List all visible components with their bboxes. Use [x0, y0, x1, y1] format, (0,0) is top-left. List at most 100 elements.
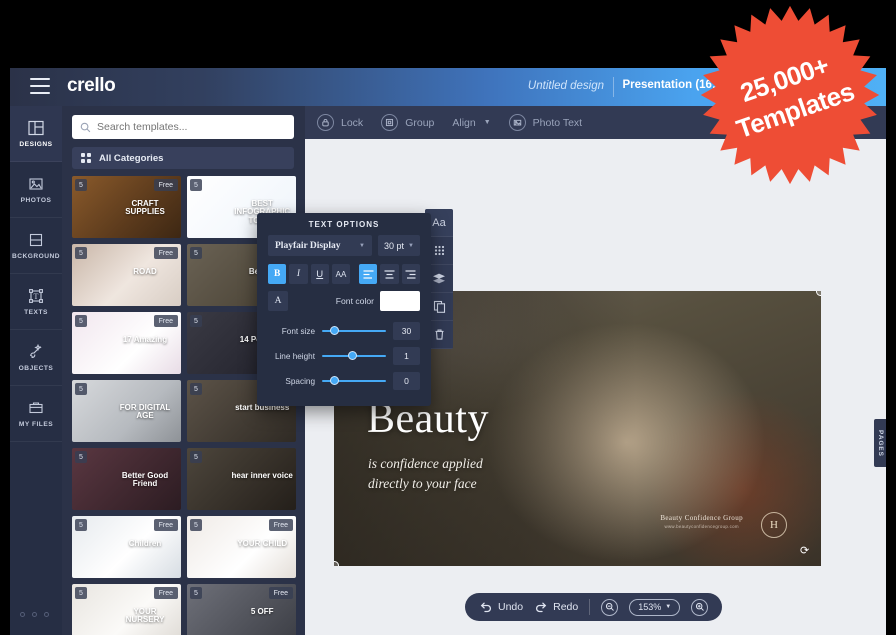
toolbar-button-label: Align: [452, 116, 476, 129]
uppercase-glyph: AA: [335, 269, 347, 279]
template-thumbnail[interactable]: 5 Free 17 Amazing: [72, 312, 181, 374]
watermark-subtitle: www.beautyconfidencegroup.com: [664, 524, 739, 529]
crello-logo[interactable]: crello: [67, 75, 116, 97]
sidebar-item-texts[interactable]: T TEXTS: [10, 274, 62, 330]
rail-more-dots[interactable]: [20, 612, 49, 617]
chevron-down-icon: ▼: [359, 242, 365, 249]
background-icon: [27, 231, 45, 249]
design-subtitle[interactable]: is confidence applied directly to your f…: [368, 454, 483, 493]
template-free-badge: Free: [153, 519, 178, 531]
template-page-count-badge: 5: [190, 383, 202, 395]
font-size-slider[interactable]: [322, 326, 386, 335]
template-label: Better Good Friend: [121, 470, 169, 489]
sidebar-item-designs[interactable]: DESIGNS: [10, 106, 62, 162]
font-family-value: Playfair Display: [275, 240, 341, 251]
search-templates-box[interactable]: [72, 115, 294, 139]
template-label: hear inner voice: [231, 470, 293, 480]
uppercase-button[interactable]: AA: [331, 264, 351, 284]
sidebar-item-my-files[interactable]: MY FILES: [10, 386, 62, 442]
spacing-slider-value: 0: [393, 372, 420, 390]
font-size-dropdown[interactable]: 30 pt ▼: [378, 235, 420, 256]
template-free-badge: Free: [268, 519, 293, 531]
spacing-slider-row: Spacing 0: [257, 372, 431, 390]
template-page-count-badge: 5: [75, 179, 87, 191]
document-title[interactable]: Untitled design: [528, 80, 604, 92]
font-size-value: 30 pt: [384, 240, 405, 251]
dot-2: [32, 612, 37, 617]
template-label: Children: [128, 538, 162, 548]
font-color-swatch[interactable]: [380, 291, 420, 311]
design-subtitle-line2: directly to your face: [368, 475, 477, 491]
dot-1: [20, 612, 25, 617]
align-center-button[interactable]: [380, 264, 399, 284]
template-thumbnail[interactable]: 5 Better Good Friend: [72, 448, 181, 510]
left-nav-rail: DESIGNS PHOTOS BCKGROUND T TEXTS OBJECTS…: [10, 106, 62, 635]
undo-label: Undo: [498, 601, 524, 613]
text-box-icon: T: [27, 287, 45, 305]
template-label: 5 OFF: [250, 606, 274, 616]
promo-starburst-badge: 25,000+ Templates: [692, 4, 888, 186]
toolbar-group-button[interactable]: Group: [377, 114, 438, 131]
redo-button[interactable]: Redo: [534, 600, 578, 614]
toolbar-align-button[interactable]: Align ▼: [448, 117, 494, 129]
sidebar-item-photos[interactable]: PHOTOS: [10, 162, 62, 218]
italic-button[interactable]: I: [289, 264, 308, 284]
align-left-button[interactable]: [359, 264, 378, 284]
template-free-badge: Free: [268, 587, 293, 599]
font-color-label: Font color: [335, 296, 374, 306]
underline-button[interactable]: U: [310, 264, 329, 284]
resize-handle-icon[interactable]: ⟳: [800, 545, 813, 558]
undo-button[interactable]: Undo: [479, 600, 523, 614]
template-page-count-badge: 5: [75, 247, 87, 259]
template-label: YOUR NURSERY: [125, 606, 165, 625]
search-input[interactable]: [97, 121, 282, 133]
toolbar-button-label: Photo Text: [532, 116, 583, 129]
underline-glyph: U: [316, 268, 324, 280]
toolbar-button-label: Lock: [341, 116, 364, 129]
template-thumbnail[interactable]: 5 FOR DIGITAL AGE: [72, 380, 181, 442]
font-row: Playfair Display ▼ 30 pt ▼: [257, 235, 431, 256]
bottom-toolbar: Undo Redo 153% ▼: [465, 593, 723, 621]
pages-tab[interactable]: PAGES: [874, 419, 886, 467]
text-outline-button[interactable]: A: [268, 291, 288, 311]
template-page-count-badge: 5: [75, 383, 87, 395]
template-free-badge: Free: [153, 315, 178, 327]
toolbar-lock-button[interactable]: Lock: [313, 114, 367, 131]
spacing-slider[interactable]: [322, 376, 386, 385]
photo-text-icon: [508, 114, 526, 131]
sidebar-label-objects: OBJECTS: [18, 365, 54, 372]
text-options-popover: TEXT OPTIONS Playfair Display ▼ 30 pt ▼ …: [257, 213, 431, 406]
bold-button[interactable]: B: [268, 264, 287, 284]
sidebar-item-objects[interactable]: OBJECTS: [10, 330, 62, 386]
template-page-count-badge: 5: [190, 451, 202, 463]
template-thumbnail[interactable]: 5 Free CRAFT SUPPLIES: [72, 176, 181, 238]
template-free-badge: Free: [153, 247, 178, 259]
line-height-slider-row: Line height 1: [257, 347, 431, 365]
zoom-in-icon[interactable]: [691, 598, 709, 616]
template-page-count-badge: 5: [75, 451, 87, 463]
template-page-count-badge: 5: [75, 587, 87, 599]
align-right-button[interactable]: [401, 264, 420, 284]
toolbar-photo-text-button[interactable]: Photo Text: [505, 114, 586, 131]
template-thumbnail[interactable]: 5 Free 5 OFF: [187, 584, 296, 635]
line-height-slider[interactable]: [322, 351, 386, 360]
font-size-slider-knob[interactable]: [329, 326, 339, 335]
hamburger-icon[interactable]: [30, 78, 50, 94]
template-free-badge: Free: [153, 179, 178, 191]
line-height-slider-knob[interactable]: [347, 351, 357, 360]
sidebar-item-background[interactable]: BCKGROUND: [10, 218, 62, 274]
sidebar-label-texts: TEXTS: [24, 309, 48, 316]
font-family-dropdown[interactable]: Playfair Display ▼: [268, 235, 372, 256]
dot-3: [44, 612, 49, 617]
zoom-out-icon[interactable]: [601, 598, 619, 616]
template-thumbnail[interactable]: 5 Free YOUR CHILD: [187, 516, 296, 578]
spacing-slider-knob[interactable]: [329, 376, 339, 385]
grid-icon: [81, 153, 91, 163]
zoom-level-dropdown[interactable]: 153% ▼: [629, 598, 681, 616]
template-thumbnail[interactable]: 5 Free YOUR NURSERY: [72, 584, 181, 635]
template-thumbnail[interactable]: 5 Free ROAD: [72, 244, 181, 306]
template-thumbnail[interactable]: 5 hear inner voice: [187, 448, 296, 510]
template-label: CRAFT SUPPLIES: [125, 198, 165, 217]
template-thumbnail[interactable]: 5 Free Children: [72, 516, 181, 578]
all-categories-dropdown[interactable]: All Categories: [72, 147, 294, 169]
